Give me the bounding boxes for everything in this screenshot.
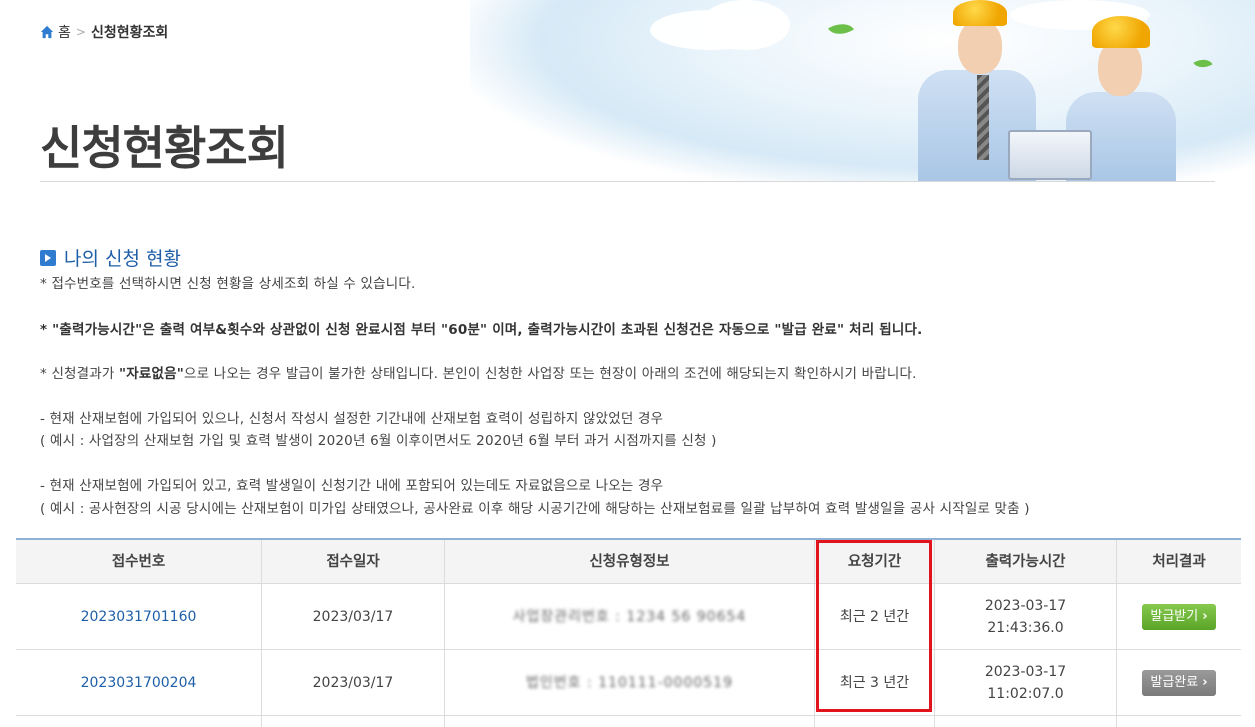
page-title: 신청현황조회 (40, 121, 289, 175)
cloud-image (700, 0, 790, 50)
header-receipt-no: 접수번호 (16, 540, 262, 583)
type-info-text: 법인번호 : 110111-0000519 (526, 674, 733, 691)
issued-button[interactable]: 발급완료 › (1142, 669, 1216, 696)
print-time-date: 2023-03-17 (984, 597, 1067, 614)
table-row: 2023031700204 2023/03/17 법인번호 : 110111-0… (16, 650, 1241, 716)
empty-cell (935, 716, 1117, 727)
breadcrumb: 홈 > 신청현황조회 (40, 22, 168, 42)
issue-button[interactable]: 발급받기 › (1142, 603, 1216, 630)
type-info-cell: 사업장관리번호 : 1234 56 90654 (445, 584, 815, 649)
receipt-date-cell: 2023/03/17 (262, 650, 445, 715)
print-time-cell: 2023-03-17 11:02:07.0 (935, 650, 1117, 715)
print-time-date: 2023-03-17 (984, 663, 1067, 680)
empty-cell (445, 716, 815, 727)
breadcrumb-home-link[interactable]: 홈 (58, 22, 71, 42)
application-status-table: 접수번호 접수일자 신청유형정보 요청기간 출력가능시간 처리결과 202303… (16, 538, 1241, 727)
empty-cell (16, 716, 262, 727)
receipt-no-cell: 2023031700204 (16, 650, 262, 715)
chevron-right-icon: › (1202, 674, 1208, 690)
header-banner: 홈 > 신청현황조회 신청현황조회 (0, 0, 1255, 182)
print-time-clock: 21:43:36.0 (987, 619, 1064, 636)
title-divider (40, 181, 1215, 182)
notice-case-2-example: ( 예시 : 공사현장의 시공 당시에는 산재보험이 미가입 상태였으나, 공사… (40, 501, 1030, 517)
request-period-cell: 최근 2 년간 (815, 584, 935, 649)
issue-button-label: 발급받기 (1150, 608, 1199, 624)
bullet-arrow-icon (40, 249, 56, 266)
home-icon[interactable] (40, 25, 54, 39)
notice-print-time: * "출력가능시간"은 출력 여부&횟수와 상관없이 신청 완료시점 부터 "6… (40, 322, 923, 338)
breadcrumb-separator: > (75, 25, 86, 39)
header-request-period: 요청기간 (815, 540, 935, 583)
type-info-cell: 법인번호 : 110111-0000519 (445, 650, 815, 715)
table-row-partial (16, 716, 1241, 727)
table-header-row: 접수번호 접수일자 신청유형정보 요청기간 출력가능시간 처리결과 (16, 540, 1241, 584)
section-title: 나의 신청 현황 (40, 244, 181, 271)
empty-cell (815, 716, 935, 727)
table-row: 2023031701160 2023/03/17 사업장관리번호 : 1234 … (16, 584, 1241, 650)
empty-cell (262, 716, 445, 727)
result-cell: 발급받기 › (1117, 584, 1241, 649)
notice-case-2: - 현재 산재보험에 가입되어 있고, 효력 발생일이 신청기간 내에 포함되어… (40, 478, 664, 494)
print-time-clock: 11:02:07.0 (987, 685, 1064, 702)
empty-cell (1117, 716, 1241, 727)
receipt-date-cell: 2023/03/17 (262, 584, 445, 649)
notice-no-data-prefix: * 신청결과가 (40, 366, 120, 382)
chevron-right-icon: › (1202, 608, 1208, 624)
header-receipt-date: 접수일자 (262, 540, 445, 583)
notice-no-data: * 신청결과가 "자료없음"으로 나오는 경우 발급이 불가한 상태입니다. 본… (40, 362, 917, 382)
type-info-text: 사업장관리번호 : 1234 56 90654 (512, 608, 747, 625)
print-time-cell: 2023-03-17 21:43:36.0 (935, 584, 1117, 649)
issued-button-label: 발급완료 (1150, 674, 1199, 690)
breadcrumb-current: 신청현황조회 (90, 25, 169, 41)
request-period-cell: 최근 3 년간 (815, 650, 935, 715)
notice-no-data-suffix: 으로 나오는 경우 발급이 불가한 상태입니다. 본인이 신청한 사업장 또는 … (184, 366, 917, 382)
header-type-info: 신청유형정보 (445, 540, 815, 583)
result-cell: 발급완료 › (1117, 650, 1241, 715)
notice-select-receipt: * 접수번호를 선택하시면 신청 현황을 상세조회 하실 수 있습니다. (40, 276, 416, 292)
receipt-no-link[interactable]: 2023031701160 (81, 606, 197, 628)
receipt-no-link[interactable]: 2023031700204 (81, 672, 197, 694)
header-print-time: 출력가능시간 (935, 540, 1117, 583)
receipt-no-cell: 2023031701160 (16, 584, 262, 649)
section-title-text: 나의 신청 현황 (64, 248, 181, 270)
notice-case-1-example: ( 예시 : 사업장의 산재보험 가입 및 효력 발생이 2020년 6월 이후… (40, 433, 717, 449)
notice-case-1: - 현재 산재보험에 가입되어 있으나, 신청서 작성시 설정한 기간내에 산재… (40, 411, 664, 427)
notice-no-data-keyword: "자료없음" (119, 366, 184, 382)
header-result: 처리결과 (1152, 553, 1206, 570)
